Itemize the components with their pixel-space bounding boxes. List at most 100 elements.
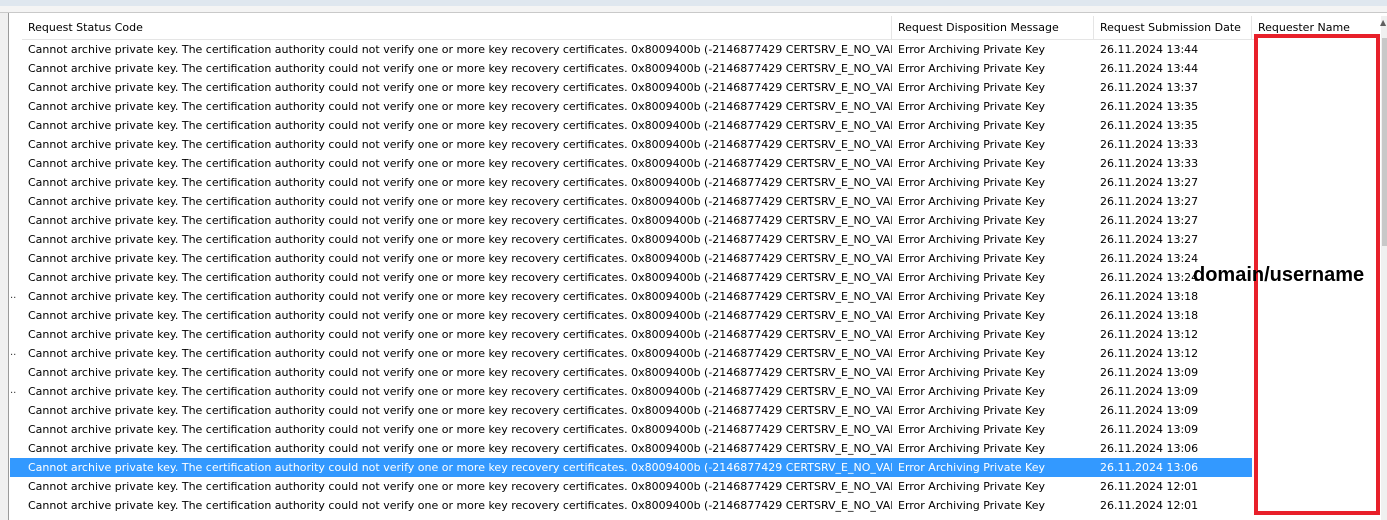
table-row[interactable]: Cannot archive private key. The certific…	[10, 401, 1252, 420]
column-header-request-status-code[interactable]: Request Status Code	[22, 16, 892, 39]
request-status-code-cell: Cannot archive private key. The certific…	[28, 480, 892, 493]
left-pane-edge[interactable]	[0, 13, 9, 520]
request-status-code-cell: Cannot archive private key. The certific…	[28, 195, 892, 208]
table-row[interactable]: Cannot archive private key. The certific…	[10, 40, 1252, 59]
request-disposition-message-cell: Error Archiving Private Key	[898, 100, 1045, 113]
request-disposition-message-cell: Error Archiving Private Key	[898, 499, 1045, 512]
request-submission-date-cell: 26.11.2024 13:12	[1100, 347, 1199, 360]
request-status-code-cell: Cannot archive private key. The certific…	[28, 309, 892, 322]
request-status-code-cell: Cannot archive private key. The certific…	[28, 461, 892, 474]
request-disposition-message-cell: Error Archiving Private Key	[898, 328, 1045, 341]
request-disposition-message-cell: Error Archiving Private Key	[898, 233, 1045, 246]
column-header-bar: Request Status Code Request Disposition …	[22, 16, 1380, 40]
request-status-code-cell: Cannot archive private key. The certific…	[28, 290, 892, 303]
table-row[interactable]: Cannot archive private key. The certific…	[10, 230, 1252, 249]
request-disposition-message-cell: Error Archiving Private Key	[898, 176, 1045, 189]
request-submission-date-cell: 26.11.2024 13:27	[1100, 195, 1199, 208]
table-row[interactable]: Cannot archive private key. The certific…	[10, 344, 1252, 363]
request-status-code-cell: Cannot archive private key. The certific…	[28, 442, 892, 455]
request-status-code-cell: Cannot archive private key. The certific…	[28, 271, 892, 284]
request-disposition-message-cell: Error Archiving Private Key	[898, 214, 1045, 227]
request-status-code-cell: Cannot archive private key. The certific…	[28, 62, 892, 75]
request-status-code-cell: Cannot archive private key. The certific…	[28, 176, 892, 189]
table-row[interactable]: Cannot archive private key. The certific…	[10, 154, 1252, 173]
request-submission-date-cell: 26.11.2024 12:01	[1100, 499, 1199, 512]
table-row[interactable]: Cannot archive private key. The certific…	[10, 477, 1252, 496]
request-submission-date-cell: 26.11.2024 13:06	[1100, 461, 1199, 474]
request-submission-date-cell: 26.11.2024 13:27	[1100, 233, 1199, 246]
request-submission-date-cell: 26.11.2024 13:09	[1100, 423, 1199, 436]
table-row[interactable]: Cannot archive private key. The certific…	[10, 496, 1252, 515]
request-disposition-message-cell: Error Archiving Private Key	[898, 157, 1045, 170]
pane-top-border	[0, 6, 1387, 13]
table-row[interactable]: Cannot archive private key. The certific…	[10, 59, 1252, 78]
request-disposition-message-cell: Error Archiving Private Key	[898, 62, 1045, 75]
request-status-code-cell: Cannot archive private key. The certific…	[28, 119, 892, 132]
table-row[interactable]: Cannot archive private key. The certific…	[10, 135, 1252, 154]
scroll-up-arrow-icon[interactable]: ▲	[1380, 18, 1386, 27]
table-row[interactable]: Cannot archive private key. The certific…	[10, 192, 1252, 211]
request-status-code-cell: Cannot archive private key. The certific…	[28, 157, 892, 170]
request-disposition-message-cell: Error Archiving Private Key	[898, 404, 1045, 417]
table-row[interactable]: Cannot archive private key. The certific…	[10, 268, 1252, 287]
request-submission-date-cell: 26.11.2024 13:18	[1100, 309, 1199, 322]
request-disposition-message-cell: Error Archiving Private Key	[898, 480, 1045, 493]
request-disposition-message-cell: Error Archiving Private Key	[898, 252, 1045, 265]
column-header-request-submission-date[interactable]: Request Submission Date	[1094, 16, 1252, 39]
request-status-code-cell: Cannot archive private key. The certific…	[28, 252, 892, 265]
table-row[interactable]: Cannot archive private key. The certific…	[10, 287, 1252, 306]
request-status-code-cell: Cannot archive private key. The certific…	[28, 423, 892, 436]
table-row[interactable]: Cannot archive private key. The certific…	[10, 211, 1252, 230]
request-disposition-message-cell: Error Archiving Private Key	[898, 442, 1045, 455]
column-header-request-disposition-message[interactable]: Request Disposition Message	[892, 16, 1094, 39]
request-disposition-message-cell: Error Archiving Private Key	[898, 195, 1045, 208]
request-status-code-cell: Cannot archive private key. The certific…	[28, 81, 892, 94]
table-row[interactable]: Cannot archive private key. The certific…	[10, 382, 1252, 401]
table-row[interactable]: Cannot archive private key. The certific…	[10, 420, 1252, 439]
request-submission-date-cell: 26.11.2024 13:18	[1100, 290, 1199, 303]
request-disposition-message-cell: Error Archiving Private Key	[898, 309, 1045, 322]
table-row-selected[interactable]: Cannot archive private key. The certific…	[10, 458, 1252, 477]
request-disposition-message-cell: Error Archiving Private Key	[898, 271, 1045, 284]
request-submission-date-cell: 26.11.2024 13:44	[1100, 43, 1199, 56]
request-status-code-cell: Cannot archive private key. The certific…	[28, 499, 892, 512]
request-status-code-cell: Cannot archive private key. The certific…	[28, 43, 892, 56]
request-submission-date-cell: 26.11.2024 13:33	[1100, 157, 1199, 170]
request-disposition-message-cell: Error Archiving Private Key	[898, 423, 1045, 436]
request-disposition-message-cell: Error Archiving Private Key	[898, 138, 1045, 151]
table-row[interactable]: Cannot archive private key. The certific…	[10, 439, 1252, 458]
table-row[interactable]: Cannot archive private key. The certific…	[10, 249, 1252, 268]
table-row[interactable]: Cannot archive private key. The certific…	[10, 363, 1252, 382]
table-row[interactable]: Cannot archive private key. The certific…	[10, 97, 1252, 116]
scrollbar-thumb[interactable]	[1382, 38, 1387, 246]
request-status-code-cell: Cannot archive private key. The certific…	[28, 328, 892, 341]
request-disposition-message-cell: Error Archiving Private Key	[898, 347, 1045, 360]
request-submission-date-cell: 26.11.2024 13:09	[1100, 366, 1199, 379]
request-status-code-cell: Cannot archive private key. The certific…	[28, 347, 892, 360]
redaction-annotation-label: domain/username	[1193, 264, 1365, 286]
request-disposition-message-cell: Error Archiving Private Key	[898, 81, 1045, 94]
request-disposition-message-cell: Error Archiving Private Key	[898, 119, 1045, 132]
request-submission-date-cell: 26.11.2024 13:27	[1100, 214, 1199, 227]
request-submission-date-cell: 26.11.2024 13:35	[1100, 119, 1199, 132]
request-status-code-cell: Cannot archive private key. The certific…	[28, 366, 892, 379]
request-status-code-cell: Cannot archive private key. The certific…	[28, 214, 892, 227]
request-disposition-message-cell: Error Archiving Private Key	[898, 290, 1045, 303]
request-disposition-message-cell: Error Archiving Private Key	[898, 385, 1045, 398]
request-disposition-message-cell: Error Archiving Private Key	[898, 461, 1045, 474]
table-row[interactable]: Cannot archive private key. The certific…	[10, 173, 1252, 192]
request-submission-date-cell: 26.11.2024 13:37	[1100, 81, 1199, 94]
request-submission-date-cell: 26.11.2024 13:27	[1100, 176, 1199, 189]
request-submission-date-cell: 26.11.2024 13:12	[1100, 328, 1199, 341]
request-disposition-message-cell: Error Archiving Private Key	[898, 43, 1045, 56]
request-status-code-cell: Cannot archive private key. The certific…	[28, 233, 892, 246]
table-row[interactable]: Cannot archive private key. The certific…	[10, 325, 1252, 344]
request-submission-date-cell: 26.11.2024 13:33	[1100, 138, 1199, 151]
request-submission-date-cell: 26.11.2024 13:09	[1100, 385, 1199, 398]
request-disposition-message-cell: Error Archiving Private Key	[898, 366, 1045, 379]
table-row[interactable]: Cannot archive private key. The certific…	[10, 306, 1252, 325]
table-row[interactable]: Cannot archive private key. The certific…	[10, 78, 1252, 97]
table-row[interactable]: Cannot archive private key. The certific…	[10, 116, 1252, 135]
request-status-code-cell: Cannot archive private key. The certific…	[28, 385, 892, 398]
request-status-code-cell: Cannot archive private key. The certific…	[28, 404, 892, 417]
